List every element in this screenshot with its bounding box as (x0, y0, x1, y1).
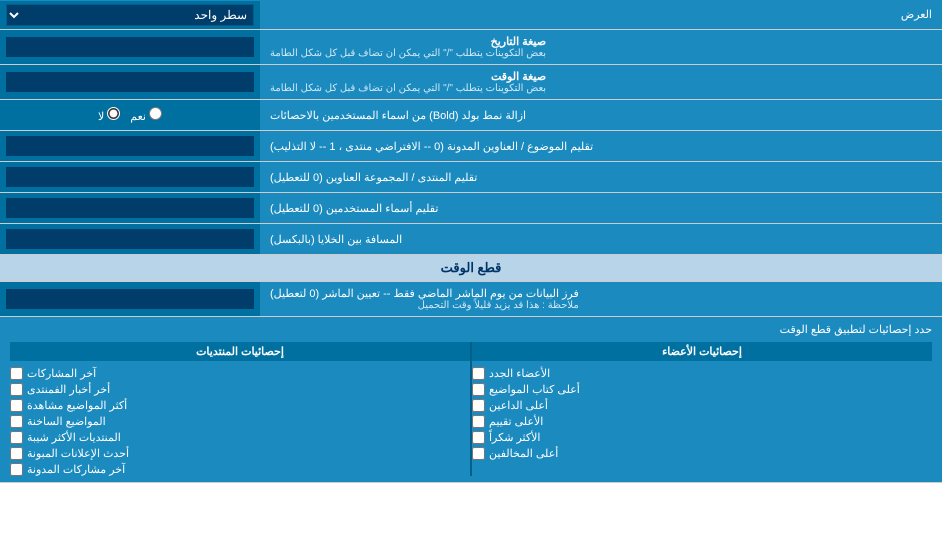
radio-no-label: لا (98, 107, 120, 123)
stat-forum-news: أخر أخبار الفمنتدى (10, 383, 470, 396)
checkbox-new-members[interactable] (472, 367, 485, 380)
checkbox-most-viewed[interactable] (10, 399, 23, 412)
space-between-label: المسافة بين الخلايا (بالبكسل) (260, 224, 942, 254)
stat-new-members: الأعضاء الجدد (472, 367, 932, 380)
header-label: العرض (260, 3, 942, 26)
cutoff-input[interactable]: 0 (6, 289, 254, 309)
display-select-container[interactable]: سطر واحد (0, 1, 260, 29)
checkbox-top-rated[interactable] (472, 415, 485, 428)
date-format-label: صيغة التاريخ بعض التكوينات يتطلب "/" الت… (260, 30, 942, 64)
time-format-input-container[interactable]: H:i (0, 65, 260, 99)
stat-latest-announcements: أحدث الإعلانات المبونة (10, 447, 470, 460)
stat-most-viewed: أكثر المواضيع مشاهدة (10, 399, 470, 412)
topics-order-label: تقليم الموضوع / العناوين المدونة (0 -- ا… (260, 131, 942, 161)
checkbox-top-inviters[interactable] (472, 399, 485, 412)
stat-top-writers: أعلى كتاب المواضيع (472, 383, 932, 396)
member-stats-title: إحصائيات الأعضاء (472, 342, 932, 361)
cutoff-section-header: قطع الوقت (0, 255, 942, 282)
topics-order-input-container[interactable]: 33 (0, 131, 260, 161)
checkbox-last-posts[interactable] (10, 367, 23, 380)
stat-top-inviters: أعلى الداعين (472, 399, 932, 412)
date-format-row: صيغة التاريخ بعض التكوينات يتطلب "/" الت… (0, 30, 942, 65)
checkbox-most-popular[interactable] (10, 431, 23, 444)
users-trim-input[interactable]: 0 (6, 198, 254, 218)
stats-grid: إحصائيات الأعضاء الأعضاء الجدد أعلى كتاب… (10, 342, 932, 476)
checkbox-most-thanks[interactable] (472, 431, 485, 444)
checkbox-latest-announcements[interactable] (10, 447, 23, 460)
forum-order-input-container[interactable]: 33 (0, 162, 260, 192)
time-format-input[interactable]: H:i (6, 72, 254, 92)
stat-top-rated: الأعلى تقييم (472, 415, 932, 428)
checkbox-blog-posts[interactable] (10, 463, 23, 476)
time-format-label: صيغة الوقت بعض التكوينات يتطلب "/" التي … (260, 65, 942, 99)
stat-hot-topics: المواضيع الساخنة (10, 415, 470, 428)
bold-remove-label: ازالة نمط بولد (Bold) من اسماء المستخدمي… (260, 100, 942, 130)
users-trim-row: تقليم أسماء المستخدمين (0 للتعطيل) 0 (0, 193, 942, 224)
date-format-input-container[interactable]: d-m (0, 30, 260, 64)
time-format-row: صيغة الوقت بعض التكوينات يتطلب "/" التي … (0, 65, 942, 100)
space-between-input-container[interactable]: 2 (0, 224, 260, 254)
bold-remove-row: ازالة نمط بولد (Bold) من اسماء المستخدمي… (0, 100, 942, 131)
radio-yes-label: نعم (130, 107, 162, 123)
cutoff-input-container[interactable]: 0 (0, 282, 260, 316)
stat-most-thanks: الأكثر شكراً (472, 431, 932, 444)
checkbox-forum-news[interactable] (10, 383, 23, 396)
forum-order-row: تقليم المنتدى / المجموعة العناوين (0 للت… (0, 162, 942, 193)
radio-no[interactable] (107, 107, 120, 120)
forum-order-input[interactable]: 33 (6, 167, 254, 187)
forum-stats-col: إحصائيات المنتديات آخر المشاركات أخر أخب… (10, 342, 470, 476)
stat-most-popular: المنتديات الأكثر شيبة (10, 431, 470, 444)
checkbox-top-violators[interactable] (472, 447, 485, 460)
users-trim-input-container[interactable]: 0 (0, 193, 260, 223)
forum-order-label: تقليم المنتدى / المجموعة العناوين (0 للت… (260, 162, 942, 192)
checkbox-top-writers[interactable] (472, 383, 485, 396)
bold-remove-radio-container[interactable]: نعم لا (0, 100, 260, 130)
users-trim-label: تقليم أسماء المستخدمين (0 للتعطيل) (260, 193, 942, 223)
forum-stats-title: إحصائيات المنتديات (10, 342, 470, 361)
checkbox-hot-topics[interactable] (10, 415, 23, 428)
header-row: العرض سطر واحد (0, 0, 942, 30)
stat-top-violators: أعلى المخالفين (472, 447, 932, 460)
stat-last-posts: آخر المشاركات (10, 367, 470, 380)
stats-section: حدد إحصائيات لتطبيق قطع الوقت إحصائيات ا… (0, 317, 942, 483)
cutoff-label: فرز البيانات من يوم الماشر الماضي فقط --… (260, 282, 942, 316)
cutoff-row: فرز البيانات من يوم الماشر الماضي فقط --… (0, 282, 942, 317)
space-between-row: المسافة بين الخلايا (بالبكسل) 2 (0, 224, 942, 255)
radio-yes[interactable] (149, 107, 162, 120)
member-stats-col: إحصائيات الأعضاء الأعضاء الجدد أعلى كتاب… (472, 342, 932, 476)
display-select[interactable]: سطر واحد (6, 4, 254, 26)
stats-header: حدد إحصائيات لتطبيق قطع الوقت (10, 323, 932, 336)
date-format-input[interactable]: d-m (6, 37, 254, 57)
stats-separator (470, 342, 472, 476)
space-between-input[interactable]: 2 (6, 229, 254, 249)
stat-blog-posts: آخر مشاركات المدونة (10, 463, 470, 476)
topics-order-input[interactable]: 33 (6, 136, 254, 156)
topics-order-row: تقليم الموضوع / العناوين المدونة (0 -- ا… (0, 131, 942, 162)
